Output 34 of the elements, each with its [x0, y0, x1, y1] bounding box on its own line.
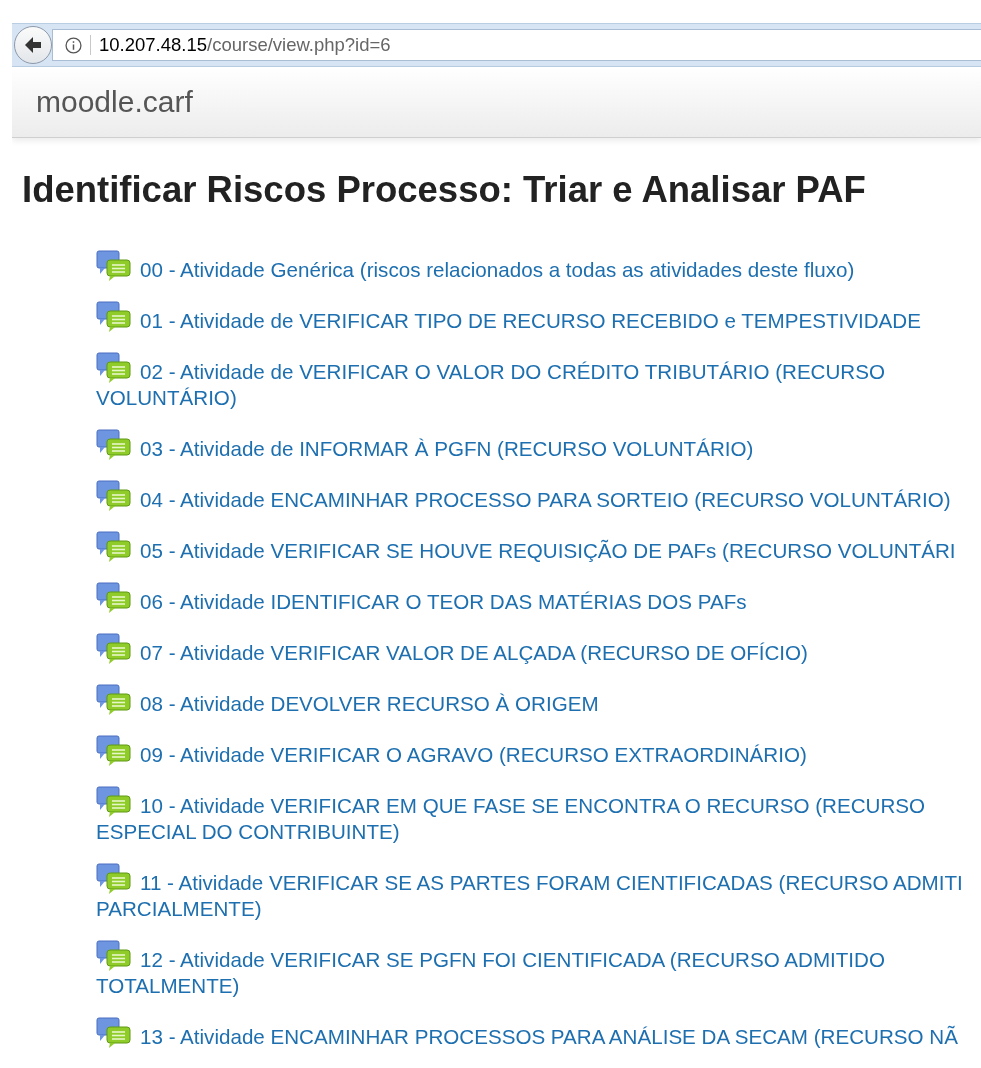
forum-icon [96, 352, 132, 384]
activity-link[interactable]: 03 - Atividade de INFORMAR À PGFN (RECURSO VOLUNTÁRIO) [96, 429, 981, 462]
activity-link[interactable]: 01 - Atividade de VERIFICAR TIPO DE RECURSO RECEBIDO e TEMPESTIVIDADE [96, 301, 981, 334]
forum-icon [96, 480, 132, 512]
activity-link[interactable]: 10 - Atividade VERIFICAR EM QUE FASE SE ENCONTRA O RECURSO (RECURSO ESPECIAL DO CONTRIBUINTE) [96, 786, 981, 845]
page-title: Identificar Riscos Processo: Triar e Analisar PAF [22, 168, 867, 212]
forum-icon [96, 684, 132, 716]
url-text: 10.207.48.15/course/view.php?id=6 [99, 34, 391, 56]
forum-icon [96, 735, 132, 767]
activity-link[interactable]: 13 - Atividade ENCAMINHAR PROCESSOS PARA ANÁLISE DA SECAM (RECURSO NÃ [96, 1017, 981, 1050]
forum-icon [96, 301, 132, 333]
activity-link[interactable]: 11 - Atividade VERIFICAR SE AS PARTES FORAM CIENTIFICADAS (RECURSO ADMITI PARCIALMENTE) [96, 863, 981, 922]
forum-icon [96, 863, 132, 895]
forum-icon [96, 940, 132, 972]
activity-link[interactable]: 02 - Atividade de VERIFICAR O VALOR DO CRÉDITO TRIBUTÁRIO (RECURSO VOLUNTÁRIO) [96, 352, 981, 411]
forum-icon [96, 531, 132, 563]
activity-link[interactable]: 00 - Atividade Genérica (riscos relacionados a todas as atividades deste fluxo) [96, 250, 981, 283]
forum-icon [96, 786, 132, 818]
activity-link[interactable]: 04 - Atividade ENCAMINHAR PROCESSO PARA SORTEIO (RECURSO VOLUNTÁRIO) [96, 480, 981, 513]
forum-icon [96, 429, 132, 461]
forum-icon [96, 250, 132, 282]
forum-icon [96, 1017, 132, 1049]
activity-link[interactable]: 12 - Atividade VERIFICAR SE PGFN FOI CIENTIFICADA (RECURSO ADMITIDO TOTALMENTE) [96, 940, 981, 999]
activity-link[interactable]: 07 - Atividade VERIFICAR VALOR DE ALÇADA (RECURSO DE OFÍCIO) [96, 633, 981, 666]
forum-icon [96, 633, 132, 665]
activity-link[interactable]: 08 - Atividade DEVOLVER RECURSO À ORIGEM [96, 684, 981, 717]
info-icon [65, 36, 82, 54]
activity-link[interactable]: 06 - Atividade IDENTIFICAR O TEOR DAS MATÉRIAS DOS PAFs [96, 582, 981, 615]
back-button[interactable] [14, 26, 52, 64]
address-bar[interactable]: 10.207.48.15/course/view.php?id=6 [52, 29, 981, 61]
site-name-link[interactable]: moodle.carf [36, 85, 193, 119]
forum-icon [96, 582, 132, 614]
activity-link[interactable]: 05 - Atividade VERIFICAR SE HOUVE REQUISIÇÃO DE PAFs (RECURSO VOLUNTÁRI [96, 531, 981, 564]
activity-link[interactable]: 09 - Atividade VERIFICAR O AGRAVO (RECURSO EXTRAORDINÁRIO) [96, 735, 981, 768]
